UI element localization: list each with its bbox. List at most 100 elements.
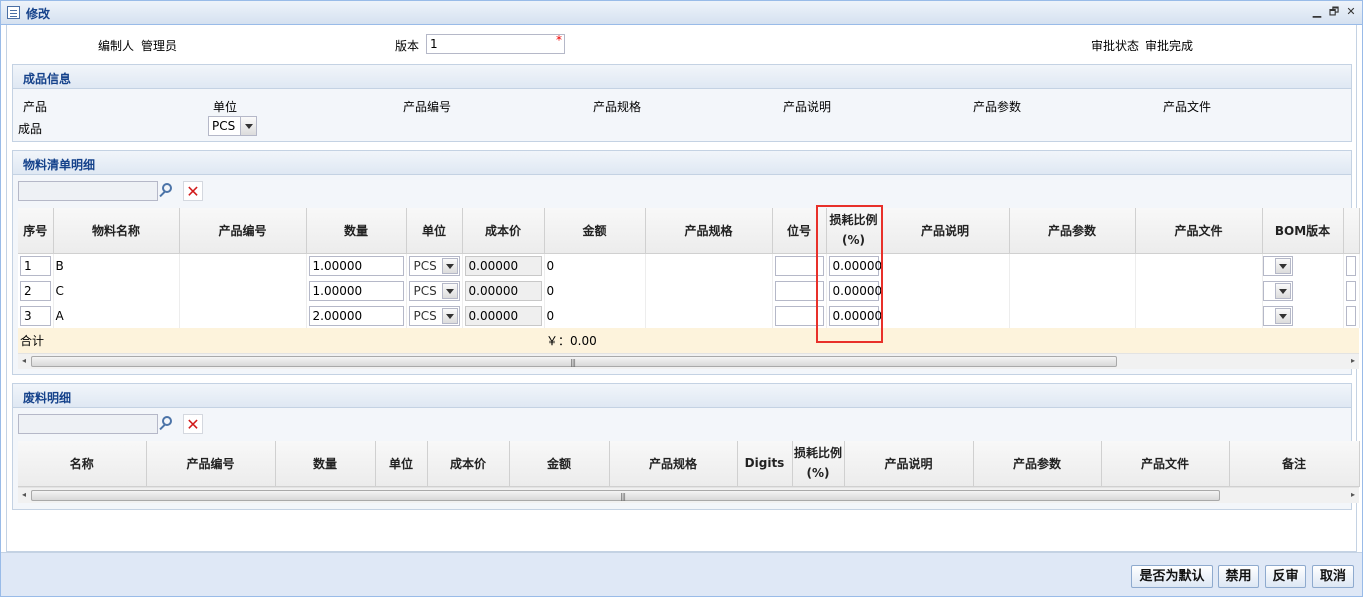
- position-input[interactable]: [774, 280, 824, 301]
- cancel-button[interactable]: 取消: [1312, 565, 1354, 588]
- bom-col-seq[interactable]: 序号: [18, 208, 54, 254]
- bom-search-input[interactable]: [18, 181, 158, 201]
- scrap-horizontal-scrollbar[interactable]: ◂ ||| ▸: [18, 487, 1359, 503]
- scrap-col-qty[interactable]: 数量: [275, 441, 376, 487]
- bom-col-file[interactable]: 产品文件: [1135, 208, 1263, 254]
- bom-col-version[interactable]: BOM版本: [1262, 208, 1344, 254]
- scrap-col-spec[interactable]: 产品规格: [609, 441, 738, 487]
- chevron-down-icon[interactable]: [441, 307, 458, 324]
- version-input[interactable]: 1: [426, 34, 565, 54]
- bom-col-extra: [1343, 208, 1360, 254]
- seq-input[interactable]: 3: [20, 305, 51, 326]
- position-input[interactable]: [774, 305, 824, 326]
- unit-select[interactable]: PCS: [408, 305, 460, 326]
- bom-col-cost[interactable]: 成本价: [462, 208, 545, 254]
- bom-col-unit[interactable]: 单位: [406, 208, 463, 254]
- unit-select[interactable]: PCS: [208, 116, 257, 136]
- bom-scroll-thumb[interactable]: |||: [31, 356, 1117, 367]
- qty-input[interactable]: 1.00000: [308, 255, 404, 276]
- scrap-col-file[interactable]: 产品文件: [1101, 441, 1230, 487]
- position-input[interactable]: [774, 255, 824, 276]
- bom-version-select[interactable]: [1262, 305, 1293, 326]
- scrap-col-amount[interactable]: 金额: [509, 441, 610, 487]
- scrap-header-row: 名称 产品编号 数量 单位 成本价 金额 产品规格 Digits 损耗比例 (%)…: [18, 441, 1360, 487]
- bom-col-name[interactable]: 物料名称: [53, 208, 180, 254]
- version-label: 版本: [395, 39, 420, 53]
- bom-col-pos[interactable]: 位号: [772, 208, 827, 254]
- approval-value: 审批完成: [1145, 39, 1194, 53]
- scrap-col-digits[interactable]: Digits: [737, 441, 793, 487]
- chevron-down-icon[interactable]: [240, 117, 256, 135]
- seq-input[interactable]: 1: [20, 255, 51, 276]
- material-name: C: [53, 278, 180, 303]
- clear-icon[interactable]: ✕: [183, 181, 203, 201]
- scroll-left-icon[interactable]: ◂: [19, 356, 29, 365]
- close-icon[interactable]: ✕: [1344, 5, 1358, 19]
- scroll-right-icon[interactable]: ▸: [1348, 356, 1358, 365]
- bom-version-select[interactable]: [1262, 280, 1293, 301]
- extra-input[interactable]: [1345, 255, 1356, 276]
- scroll-right-icon[interactable]: ▸: [1348, 490, 1358, 499]
- bom-version-select[interactable]: [1262, 255, 1293, 276]
- unit-select[interactable]: PCS: [408, 280, 460, 301]
- loss-rate-input[interactable]: 0.00000: [828, 255, 880, 276]
- bom-col-desc[interactable]: 产品说明: [881, 208, 1010, 254]
- material-name: B: [53, 253, 180, 278]
- scroll-left-icon[interactable]: ◂: [19, 490, 29, 499]
- set-default-button[interactable]: 是否为默认: [1131, 565, 1213, 588]
- material-code: [179, 253, 307, 278]
- bom-col-spec[interactable]: 产品规格: [645, 208, 773, 254]
- bom-col-params[interactable]: 产品参数: [1009, 208, 1136, 254]
- scrap-col-name[interactable]: 名称: [18, 441, 147, 487]
- chevron-down-icon[interactable]: [1274, 307, 1291, 324]
- scrap-col-code[interactable]: 产品编号: [146, 441, 276, 487]
- bom-col-qty[interactable]: 数量: [306, 208, 407, 254]
- cost-value: 0.00000: [464, 280, 542, 301]
- scrap-col-remark[interactable]: 备注: [1229, 441, 1360, 487]
- bom-header-row: 序号 物料名称 产品编号 数量 单位 成本价 金额 产品规格 位号 损耗比例 (%…: [18, 208, 1360, 254]
- search-icon[interactable]: [158, 181, 178, 201]
- chevron-down-icon[interactable]: [441, 257, 458, 274]
- editor-label: 编制人: [98, 39, 135, 53]
- extra-input[interactable]: [1345, 305, 1356, 326]
- table-row[interactable]: 3 A 2.00000 PCS 0.00000 0 0.00000: [18, 303, 1360, 328]
- desc-value: [881, 253, 1010, 278]
- unit-select[interactable]: PCS: [408, 255, 460, 276]
- extra-input[interactable]: [1345, 280, 1356, 301]
- bom-col-loss[interactable]: 损耗比例 (%): [826, 208, 882, 254]
- qty-input[interactable]: 2.00000: [308, 305, 404, 326]
- table-row[interactable]: 1 B 1.00000 PCS 0.00000 0 0.00000: [18, 253, 1360, 278]
- disable-button[interactable]: 禁用: [1218, 565, 1259, 588]
- scrap-col-loss[interactable]: 损耗比例 (%): [792, 441, 845, 487]
- search-icon[interactable]: [158, 414, 178, 434]
- scrap-col-loss-line2: (%): [806, 466, 830, 481]
- loss-rate-input[interactable]: 0.00000: [828, 305, 880, 326]
- clear-icon[interactable]: ✕: [183, 414, 203, 434]
- minimize-icon[interactable]: ▁: [1310, 5, 1324, 19]
- table-row[interactable]: 2 C 1.00000 PCS 0.00000 0 0.00000: [18, 278, 1360, 303]
- restore-icon[interactable]: 🗗: [1327, 5, 1341, 19]
- approval-label: 审批状态: [1091, 39, 1140, 53]
- window-title: 修改: [26, 7, 51, 21]
- scrap-col-desc[interactable]: 产品说明: [844, 441, 974, 487]
- loss-rate-input[interactable]: 0.00000: [828, 280, 880, 301]
- seq-input[interactable]: 2: [20, 280, 51, 301]
- bom-col-amount[interactable]: 金额: [544, 208, 646, 254]
- unit-value: PCS: [413, 258, 437, 273]
- bom-col-code[interactable]: 产品编号: [179, 208, 307, 254]
- chevron-down-icon[interactable]: [1274, 282, 1291, 299]
- scrap-col-cost[interactable]: 成本价: [427, 441, 510, 487]
- desc-value: [881, 303, 1010, 328]
- cost-value: 0.00000: [464, 305, 542, 326]
- bom-horizontal-scrollbar[interactable]: ◂ ||| ▸: [18, 353, 1359, 369]
- unapprove-button[interactable]: 反审: [1265, 565, 1306, 588]
- scrap-search-input[interactable]: [18, 414, 158, 434]
- chevron-down-icon[interactable]: [1274, 257, 1291, 274]
- qty-input[interactable]: 1.00000: [308, 280, 404, 301]
- scrap-col-params[interactable]: 产品参数: [973, 441, 1102, 487]
- chevron-down-icon[interactable]: [441, 282, 458, 299]
- scrap-col-unit[interactable]: 单位: [375, 441, 428, 487]
- scrap-scroll-thumb[interactable]: |||: [31, 490, 1220, 501]
- title-bar[interactable]: 修改 ▁ 🗗 ✕: [1, 1, 1362, 25]
- col-product-code: 产品编号: [403, 100, 452, 114]
